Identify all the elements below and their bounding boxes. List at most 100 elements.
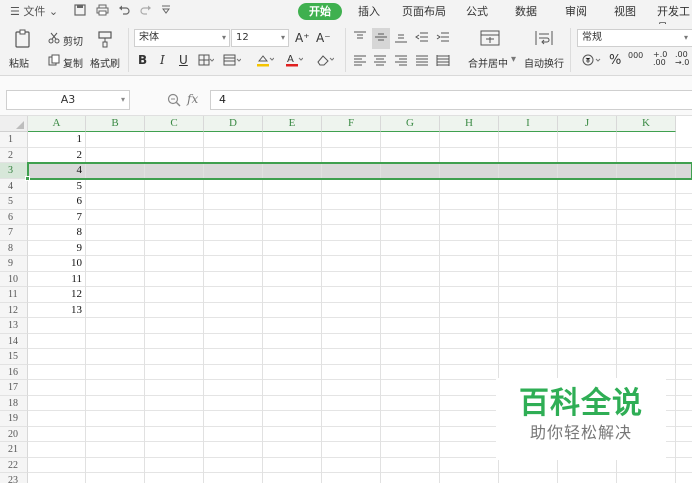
- distribute-icon[interactable]: [436, 54, 450, 69]
- row-header-21[interactable]: 21: [0, 442, 28, 458]
- cut-icon[interactable]: [48, 32, 60, 47]
- bold-button[interactable]: B: [138, 53, 147, 67]
- row-header-17[interactable]: 17: [0, 380, 28, 396]
- border-icon[interactable]: [198, 54, 215, 69]
- column-header-e[interactable]: E: [263, 116, 322, 132]
- cell-a10[interactable]: 11: [28, 272, 82, 288]
- format-painter-button[interactable]: 格式刷: [90, 55, 120, 70]
- cell-a7[interactable]: 8: [28, 225, 83, 241]
- undo-icon[interactable]: [118, 4, 130, 20]
- row-header-19[interactable]: 19: [0, 411, 28, 427]
- cell-a6[interactable]: 7: [28, 210, 83, 226]
- formula-input[interactable]: 4: [210, 90, 692, 110]
- zoom-search-icon[interactable]: [167, 93, 181, 110]
- number-format-select[interactable]: 常规 ▾: [577, 29, 692, 47]
- justify-icon[interactable]: [415, 54, 429, 69]
- row-header-8[interactable]: 8: [0, 240, 28, 256]
- row-header-15[interactable]: 15: [0, 349, 28, 365]
- merge-center-button[interactable]: 合并居中: [468, 55, 508, 70]
- column-header-j[interactable]: J: [558, 116, 617, 132]
- column-header-f[interactable]: F: [322, 116, 381, 132]
- tab-home[interactable]: 开始: [298, 3, 342, 20]
- row-header-5[interactable]: 5: [0, 194, 28, 210]
- column-header-a[interactable]: A: [28, 116, 86, 132]
- cell-a2[interactable]: 2: [28, 148, 83, 164]
- row-header-14[interactable]: 14: [0, 333, 28, 349]
- row-header-18[interactable]: 18: [0, 395, 28, 411]
- percent-button[interactable]: %: [609, 53, 621, 68]
- increase-decimal-button[interactable]: +.0 .00: [653, 51, 667, 67]
- fx-icon[interactable]: fx: [187, 92, 198, 106]
- tab-formulas[interactable]: 公式: [466, 4, 488, 20]
- align-center-icon[interactable]: [373, 54, 387, 69]
- merge-center-icon[interactable]: [480, 30, 500, 49]
- paste-button[interactable]: 粘贴: [9, 55, 29, 70]
- column-header-g[interactable]: G: [381, 116, 440, 132]
- wrap-text-button[interactable]: 自动换行: [524, 55, 564, 70]
- row-header-7[interactable]: 7: [0, 225, 28, 241]
- row-header-9[interactable]: 9: [0, 256, 28, 272]
- italic-button[interactable]: I: [160, 53, 165, 67]
- save-icon[interactable]: [74, 4, 86, 20]
- row-header-11[interactable]: 11: [0, 287, 28, 303]
- underline-button[interactable]: U: [179, 53, 188, 67]
- file-menu[interactable]: ☰ 文件 ⌄: [10, 4, 58, 20]
- shrink-font-button[interactable]: A⁻: [316, 31, 331, 45]
- row-header-6[interactable]: 6: [0, 209, 28, 225]
- cell-a8[interactable]: 9: [28, 241, 83, 257]
- column-header-i[interactable]: I: [499, 116, 558, 132]
- column-header-c[interactable]: C: [145, 116, 204, 132]
- align-top-icon[interactable]: [353, 31, 367, 46]
- align-right-icon[interactable]: [394, 54, 408, 69]
- align-middle-icon[interactable]: [372, 28, 390, 49]
- cell-a5[interactable]: 6: [28, 194, 83, 210]
- redo-icon[interactable]: [140, 4, 152, 20]
- font-name-select[interactable]: 宋体 ▾: [134, 29, 230, 47]
- row-header-13[interactable]: 13: [0, 318, 28, 334]
- column-header-d[interactable]: D: [204, 116, 263, 132]
- fill-color-icon[interactable]: [256, 53, 275, 70]
- increase-indent-icon[interactable]: [436, 31, 450, 46]
- cell-a12[interactable]: 13: [28, 303, 82, 319]
- cell-style-icon[interactable]: [223, 54, 242, 69]
- decrease-decimal-button[interactable]: .00 →.0: [675, 51, 691, 67]
- row-header-1[interactable]: 1: [0, 132, 28, 148]
- name-box[interactable]: A3 ▾: [6, 90, 130, 110]
- row-header-16[interactable]: 16: [0, 364, 28, 380]
- cell-a9[interactable]: 10: [28, 256, 82, 272]
- decrease-indent-icon[interactable]: [415, 31, 429, 46]
- row-header-22[interactable]: 22: [0, 457, 28, 473]
- font-size-select[interactable]: 12 ▾: [231, 29, 289, 47]
- tab-data[interactable]: 数据: [515, 4, 537, 20]
- row-header-23[interactable]: 23: [0, 473, 28, 483]
- row-header-10[interactable]: 10: [0, 271, 28, 287]
- tab-page-layout[interactable]: 页面布局: [402, 4, 446, 20]
- row-header-20[interactable]: 20: [0, 426, 28, 442]
- column-header-h[interactable]: H: [440, 116, 499, 132]
- cell-a11[interactable]: 12: [28, 287, 82, 303]
- paste-icon[interactable]: [13, 29, 33, 52]
- tab-view[interactable]: 视图: [614, 4, 636, 20]
- clear-format-icon[interactable]: [316, 53, 335, 70]
- column-header-b[interactable]: B: [86, 116, 145, 132]
- copy-button[interactable]: 复制: [63, 55, 83, 70]
- fill-handle[interactable]: [25, 175, 30, 181]
- chevron-down-icon[interactable]: ▾: [511, 54, 516, 65]
- quick-access-dropdown-icon[interactable]: [161, 4, 171, 20]
- select-all-corner[interactable]: [0, 116, 28, 132]
- align-left-icon[interactable]: [353, 54, 367, 69]
- format-painter-icon[interactable]: [96, 30, 114, 51]
- cell-a1[interactable]: 1: [28, 132, 83, 148]
- currency-icon[interactable]: [582, 54, 602, 69]
- tab-developer[interactable]: 开发工具: [657, 4, 692, 34]
- font-color-icon[interactable]: A: [285, 53, 304, 70]
- print-icon[interactable]: [96, 4, 109, 20]
- align-bottom-icon[interactable]: [394, 31, 408, 46]
- grow-font-button[interactable]: A⁺: [295, 31, 310, 45]
- cell-a4[interactable]: 5: [28, 179, 83, 195]
- row-header-4[interactable]: 4: [0, 178, 28, 194]
- row-header-2[interactable]: 2: [0, 147, 28, 163]
- copy-icon[interactable]: [48, 54, 60, 69]
- row-header-3[interactable]: 3: [0, 163, 28, 179]
- tab-review[interactable]: 审阅: [565, 4, 587, 20]
